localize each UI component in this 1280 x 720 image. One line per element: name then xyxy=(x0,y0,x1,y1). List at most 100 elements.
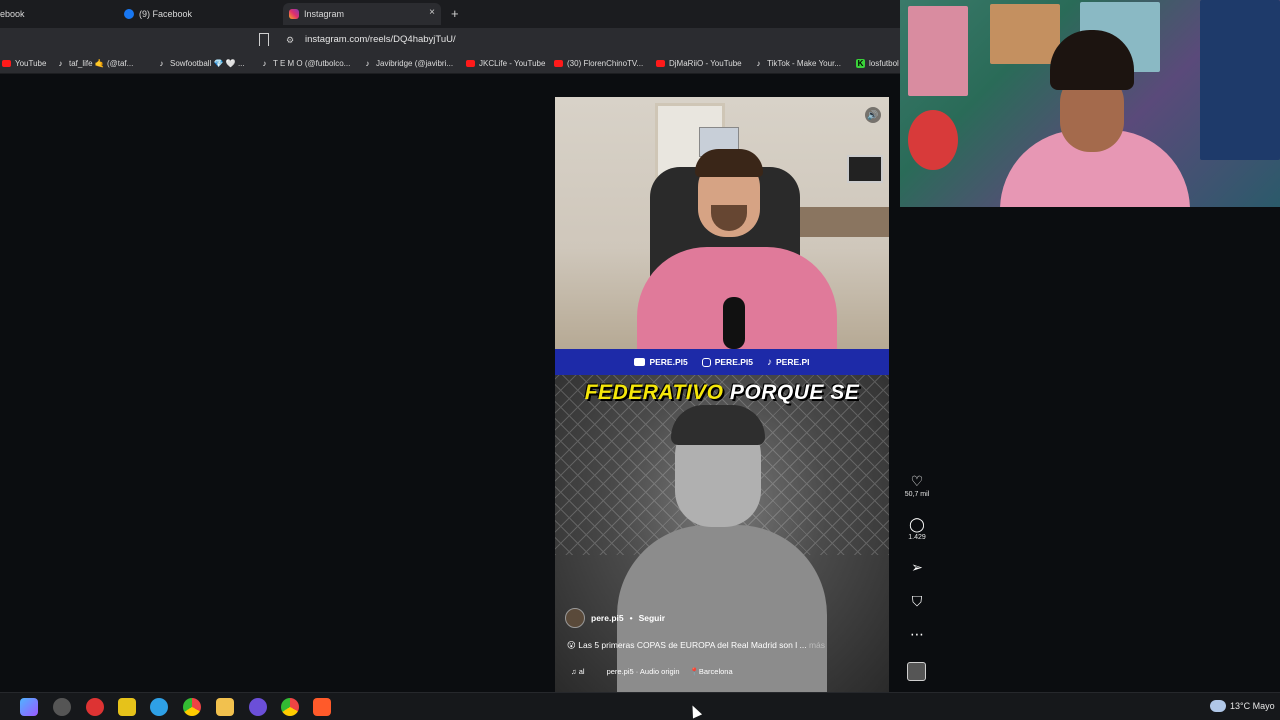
more-options-button[interactable]: ⋯ xyxy=(903,626,931,644)
weather-icon xyxy=(1210,700,1226,712)
app-icon[interactable] xyxy=(53,698,71,716)
description-emoji: 😮 xyxy=(567,640,576,650)
poster-shape xyxy=(908,6,968,96)
reel-meta-row: ♫ al pere.pi5 · Audio origin 📍Barcelona xyxy=(571,667,733,676)
tiktok-icon: ♪ xyxy=(262,58,267,68)
tiktok-icon: ♪ xyxy=(756,58,761,68)
music-item[interactable]: ♫ al xyxy=(571,667,585,676)
comment-count: 1.429 xyxy=(908,534,926,541)
banner-youtube: PERE.PI5 xyxy=(634,357,688,367)
banner-instagram: PERE.PI5 xyxy=(701,357,753,367)
weather-widget[interactable]: 13°C Mayo xyxy=(1230,701,1275,711)
banner-handle: PERE.PI5 xyxy=(649,357,688,367)
bookmark-tiktok[interactable]: ♪ TikTok - Make Your... xyxy=(754,56,841,70)
reel-speaker-footage: 🔊 xyxy=(555,97,889,357)
bookmark-label: TikTok - Make Your... xyxy=(767,58,841,68)
kick-icon: K xyxy=(856,58,865,68)
send-icon: ➢ xyxy=(911,559,923,575)
youtube-icon xyxy=(656,59,665,67)
taskbar: 13°C Mayo xyxy=(0,692,1280,720)
notes-icon[interactable] xyxy=(118,698,136,716)
telegram-icon[interactable] xyxy=(150,698,168,716)
youtube-icon xyxy=(2,59,11,67)
author-name[interactable]: pere.pi5 xyxy=(591,613,624,623)
instagram-icon xyxy=(701,357,711,367)
bookmark-florenchinotv[interactable]: (30) FlorenChinoTV... xyxy=(554,56,643,70)
bookmark-taf-life[interactable]: ♪ taf_life 🤙 (@taf... xyxy=(56,56,134,70)
volume-icon[interactable]: 🔊 xyxy=(865,107,881,123)
tab-facebook[interactable]: (9) Facebook xyxy=(124,3,274,25)
tab-facebook-partial[interactable]: ebook xyxy=(0,3,110,25)
url-field[interactable]: instagram.com/reels/DQ4habyjTuU/ xyxy=(305,34,456,45)
microphone-shape xyxy=(723,297,745,349)
site-settings-icon[interactable]: ⚙ xyxy=(286,35,294,46)
like-button[interactable]: ♡ 50,7 mil xyxy=(903,473,931,498)
bookmark-label: T E M O (@futbolco... xyxy=(273,58,351,68)
tiktok-icon: ♪ xyxy=(58,58,63,68)
comment-button[interactable]: ◯ 1.429 xyxy=(903,516,931,541)
banner-handle: PERE.PI5 xyxy=(714,357,753,367)
music-label: al xyxy=(578,667,585,676)
bookmark-youtube[interactable]: YouTube xyxy=(2,56,46,70)
social-handles-banner: PERE.PI5 PERE.PI5 ♪ PERE.PI xyxy=(555,349,889,375)
bookmark-losfutbol[interactable]: K losfutbol xyxy=(856,56,899,70)
messenger-icon[interactable] xyxy=(249,698,267,716)
bookmark-label: DjMaRiiO - YouTube xyxy=(669,58,742,68)
obs-icon[interactable] xyxy=(86,698,104,716)
share-button[interactable]: ➢ xyxy=(903,559,931,577)
chrome-icon[interactable] xyxy=(183,698,201,716)
youtube-icon xyxy=(554,59,563,67)
avatar[interactable] xyxy=(565,608,585,628)
bookmark-djmariio[interactable]: DjMaRiiO - YouTube xyxy=(656,56,742,70)
chrome-icon[interactable] xyxy=(281,698,299,716)
tab-instagram[interactable]: Instagram × xyxy=(283,3,441,25)
location-label: Barcelona xyxy=(698,667,733,676)
poster-shape xyxy=(990,4,1060,64)
bookmark-javibridge[interactable]: ♪ Javibridge (@javibri... xyxy=(363,56,454,70)
person-hair-shape xyxy=(695,149,763,177)
desk-shape xyxy=(785,207,889,237)
youtube-icon xyxy=(466,59,475,67)
bookmark-icon: ⛉ xyxy=(911,593,923,609)
bookmark-sowfootball[interactable]: ♪ Sowfootball 💎 🤍 ... xyxy=(157,56,245,70)
bookmark-icon[interactable] xyxy=(259,33,269,46)
heart-icon: ♡ xyxy=(910,473,924,489)
separator-dot: • xyxy=(629,613,633,623)
streamer-webcam xyxy=(900,0,1280,207)
red-object-shape xyxy=(908,110,958,170)
tiktok-icon: ♪ xyxy=(365,58,370,68)
bookmark-label: YouTube xyxy=(15,58,47,68)
banner-tiktok: ♪ PERE.PI xyxy=(767,357,810,368)
brave-icon[interactable] xyxy=(313,698,331,716)
bookmark-label: (30) FlorenChinoTV... xyxy=(567,58,644,68)
audio-link[interactable]: pere.pi5 · Audio origin xyxy=(607,667,680,676)
bookmarks-bar: YouTube ♪ taf_life 🤙 (@taf... ♪ Sowfootb… xyxy=(0,52,900,74)
tab-label: (9) Facebook xyxy=(139,9,193,19)
address-bar-row: ⚙ instagram.com/reels/DQ4habyjTuU/ xyxy=(0,28,900,52)
description-text: Las 5 primeras COPAS de EUROPA del Real … xyxy=(578,640,807,650)
facebook-icon xyxy=(124,9,134,19)
browser-tab-strip: ebook (9) Facebook Instagram × + xyxy=(0,0,900,28)
bookmark-temo[interactable]: ♪ T E M O (@futbolco... xyxy=(260,56,351,70)
location-item[interactable]: 📍Barcelona xyxy=(690,667,733,676)
caption-highlight: FEDERATIVO xyxy=(584,381,724,404)
bookmark-label: taf_life 🤙 (@taf... xyxy=(69,58,134,68)
tab-label: Instagram xyxy=(304,9,345,19)
save-button[interactable]: ⛉ xyxy=(903,593,931,611)
file-explorer-icon[interactable] xyxy=(216,698,234,716)
instagram-icon xyxy=(289,9,299,19)
author-row: pere.pi5 • Seguir xyxy=(565,608,665,628)
reel-video[interactable]: 🔊 PERE.PI5 PERE.PI5 ♪ PERE.PI FEDERATIVO… xyxy=(555,97,889,692)
youtube-icon xyxy=(634,358,646,366)
player-hair-shape xyxy=(671,405,765,445)
more-link[interactable]: más xyxy=(809,640,825,650)
copilot-icon[interactable] xyxy=(20,698,38,716)
close-icon[interactable]: × xyxy=(429,7,435,18)
new-tab-button[interactable]: + xyxy=(451,6,459,21)
follow-button[interactable]: Seguir xyxy=(639,613,665,623)
reel-description[interactable]: 😮 Las 5 primeras COPAS de EUROPA del Rea… xyxy=(567,640,825,651)
banner-handle: PERE.PI xyxy=(776,357,810,367)
bookmark-jkclife[interactable]: JKCLife - YouTube xyxy=(466,56,545,70)
audio-thumbnail[interactable] xyxy=(907,662,926,681)
monitor-shape xyxy=(847,155,883,183)
